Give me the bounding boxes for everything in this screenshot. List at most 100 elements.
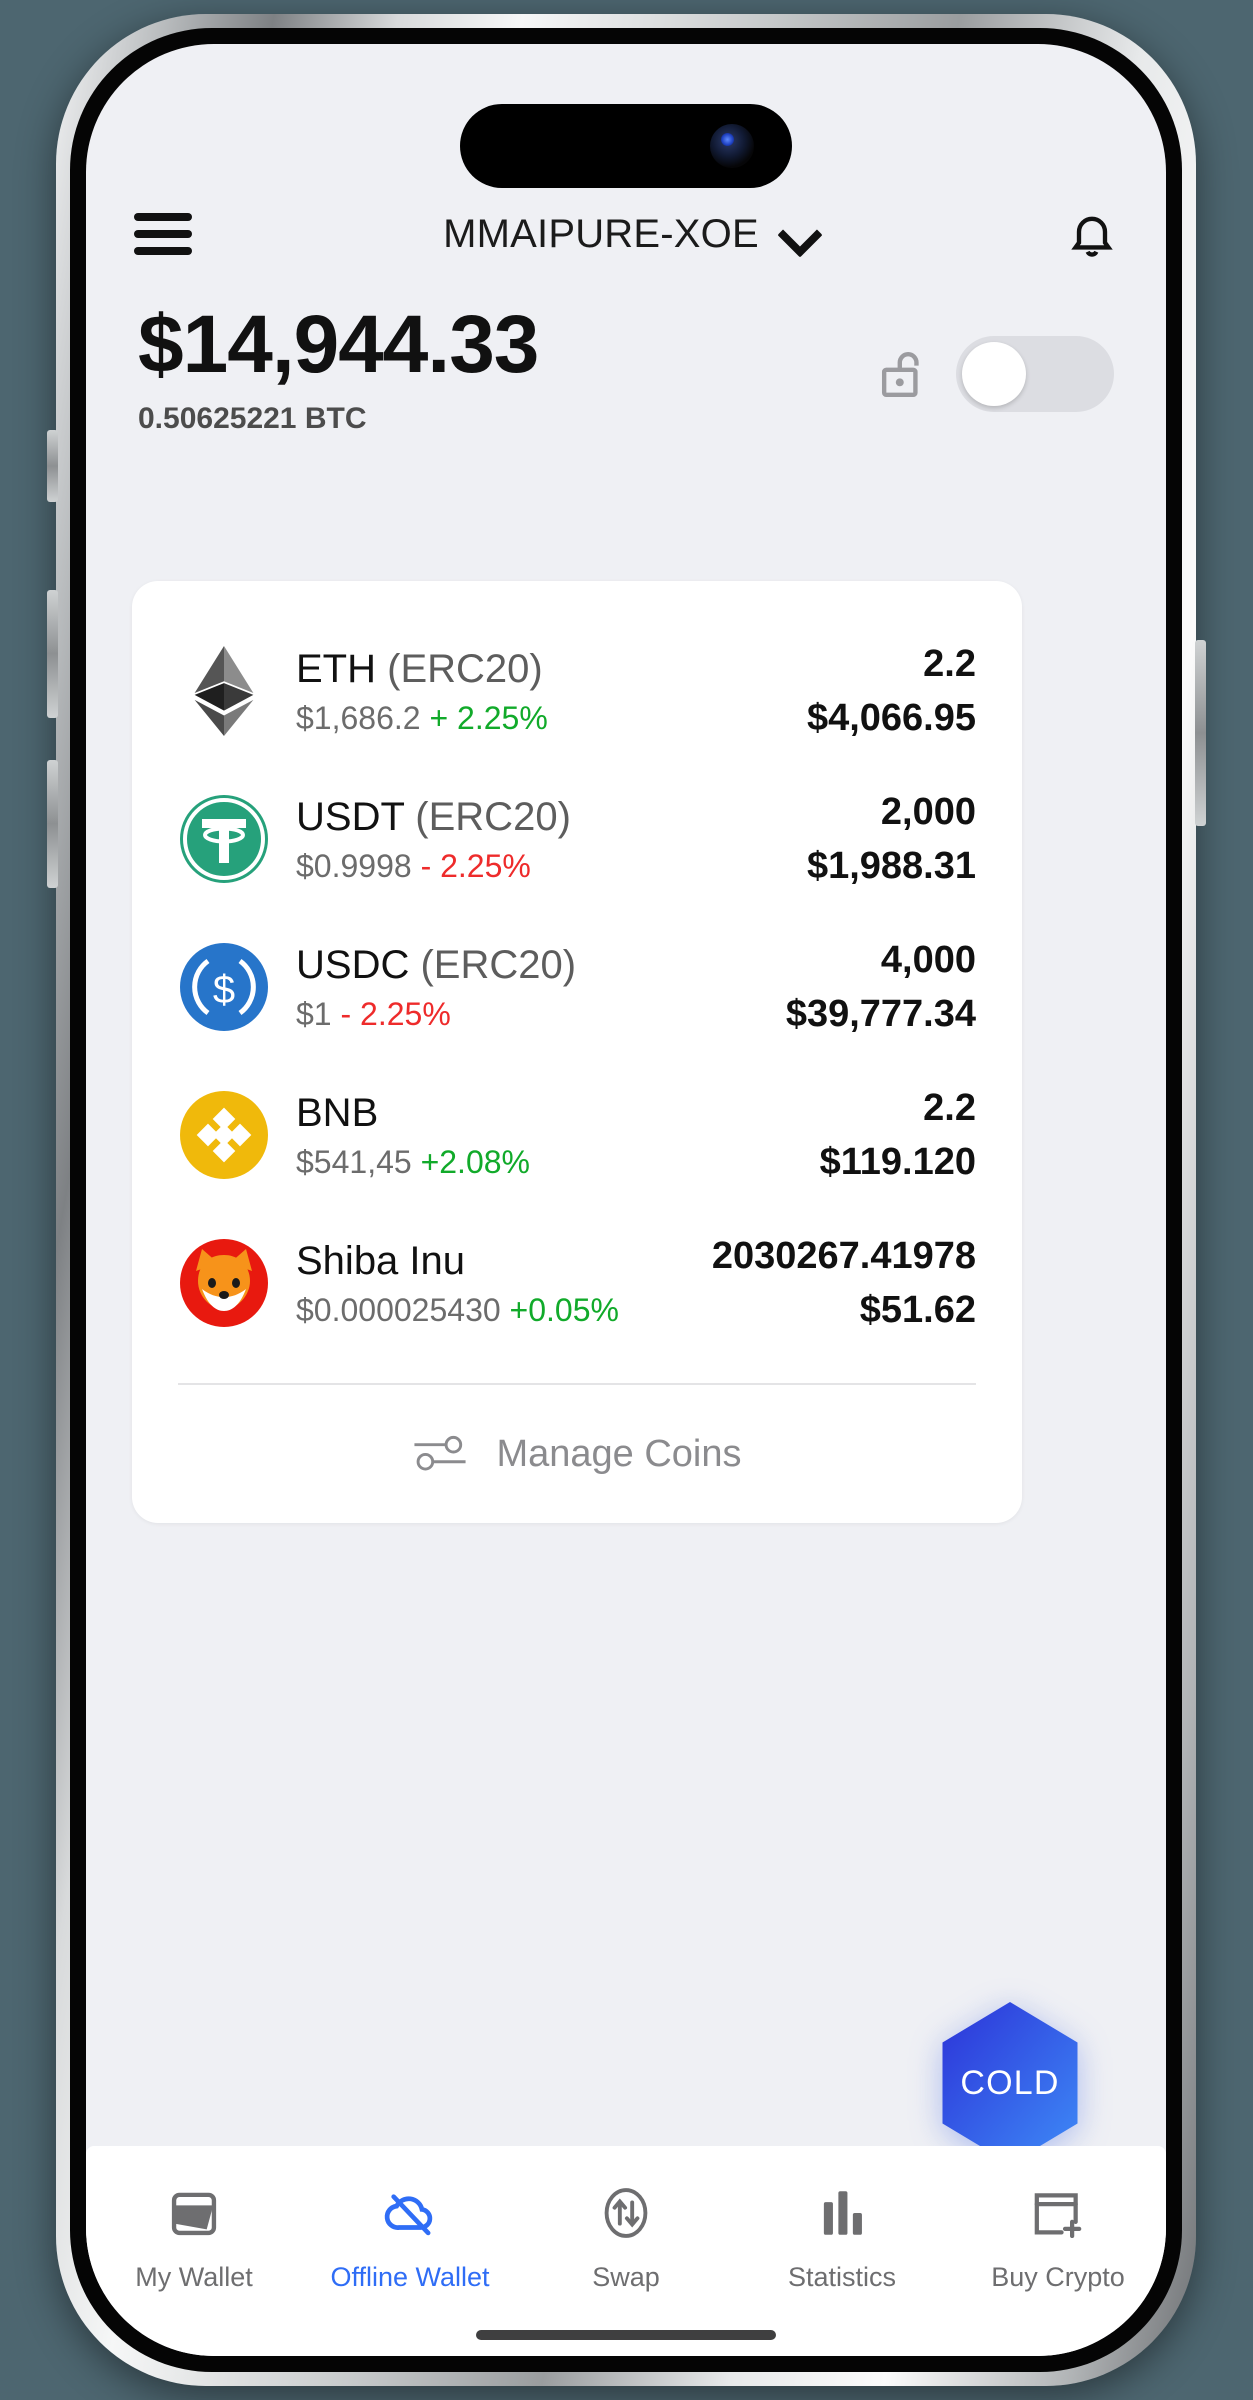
privacy-toggle[interactable] <box>956 336 1114 412</box>
coin-change: - 2.25% <box>420 847 531 884</box>
coin-holdings: 2,000 $1,988.31 <box>807 790 976 889</box>
coin-name: BNB <box>296 1090 820 1136</box>
nav-label: Statistics <box>787 2262 897 2292</box>
coin-amount: 2.2 <box>923 1086 976 1129</box>
coin-holdings: 2.2 $119.120 <box>820 1086 976 1185</box>
coin-network: (ERC20) <box>420 942 577 987</box>
swap-arrows-icon <box>595 2182 657 2244</box>
coin-symbol: USDT <box>296 794 405 839</box>
coin-amount: 2.2 <box>923 642 976 685</box>
coin-price: $1,686.2 <box>296 699 421 736</box>
coin-price-row: $541,45 +2.08% <box>296 1144 820 1181</box>
coin-info: Shiba Inu $0.000025430 +0.05% <box>270 1238 712 1329</box>
coin-change: +2.08% <box>420 1143 530 1180</box>
bell-icon[interactable] <box>1066 206 1118 262</box>
coin-value: $1,988.31 <box>806 845 976 888</box>
coin-value: $51.62 <box>859 1289 976 1332</box>
nav-item-swap[interactable]: Swap <box>518 2182 734 2293</box>
wallet-selector[interactable]: MMAIPURE-XOE <box>192 212 1066 257</box>
svg-text:$: $ <box>213 968 235 1012</box>
coin-change: - 2.25% <box>340 995 451 1032</box>
nav-item-my-wallet[interactable]: My Wallet <box>86 2182 302 2293</box>
coin-change: +0.05% <box>509 1291 619 1328</box>
balance-section: $14,944.33 0.50625221 BTC <box>86 301 1166 436</box>
table-row[interactable]: Shiba Inu $0.000025430 +0.05% 2030267.41… <box>132 1209 1022 1357</box>
nav-label: Swap <box>592 2262 660 2292</box>
ethereum-icon <box>178 645 270 737</box>
cloud-offline-icon <box>379 2182 441 2244</box>
nav-label: My Wallet <box>135 2262 253 2292</box>
nav-item-buy-crypto[interactable]: Buy Crypto <box>950 2182 1166 2293</box>
nav-item-statistics[interactable]: Statistics <box>734 2182 950 2293</box>
binance-coin-icon <box>178 1089 270 1181</box>
coin-info: USDT (ERC20) $0.9998 - 2.25% <box>270 794 807 885</box>
coin-price: $541,45 <box>296 1143 412 1180</box>
coin-price: $1 <box>296 995 332 1032</box>
nav-label: Offline Wallet <box>330 2262 490 2292</box>
nav-item-offline-wallet[interactable]: Offline Wallet <box>302 2182 518 2293</box>
phone-volume-up-button[interactable] <box>47 590 58 718</box>
phone-screen: MMAIPURE-XOE $14,944.33 0.50625221 BTC E… <box>86 44 1166 2356</box>
phone-volume-down-button[interactable] <box>47 760 58 888</box>
privacy-toggle-knob <box>962 342 1026 406</box>
usd-coin-icon: $ <box>178 941 270 1033</box>
coin-price-row: $1,686.2 + 2.25% <box>296 700 807 737</box>
wallet-title: MMAIPURE-XOE <box>443 211 759 256</box>
coin-name: USDT (ERC20) <box>296 794 807 840</box>
app-header: MMAIPURE-XOE <box>86 194 1166 274</box>
coin-price-row: $0.9998 - 2.25% <box>296 848 807 885</box>
coin-value: $39,777.34 <box>785 993 976 1036</box>
coin-price: $0.000025430 <box>296 1291 501 1328</box>
coin-holdings: 4,000 $39,777.34 <box>786 938 976 1037</box>
total-crypto-balance: 0.50625221 BTC <box>138 402 367 436</box>
front-camera-icon <box>710 124 754 168</box>
nav-label: Buy Crypto <box>991 2262 1125 2292</box>
coin-change: + 2.25% <box>429 699 548 736</box>
coin-value: $4,066.95 <box>806 697 976 740</box>
cold-storage-badge[interactable]: COLD <box>934 1999 1086 2167</box>
coin-price: $0.9998 <box>296 847 412 884</box>
coin-network: (ERC20) <box>387 646 543 691</box>
coin-list-card: ETH (ERC20) $1,686.2 + 2.25% 2.2 $4,066.… <box>132 581 1022 1523</box>
coin-network: (ERC20) <box>415 794 571 839</box>
phone-mute-switch[interactable] <box>47 430 58 502</box>
dynamic-island <box>460 104 792 188</box>
sliders-icon <box>412 1431 468 1478</box>
shiba-inu-icon <box>178 1237 270 1329</box>
coin-amount: 2030267.41978 <box>711 1234 976 1277</box>
unlock-padlock-icon[interactable] <box>880 346 930 402</box>
coin-price-row: $1 - 2.25% <box>296 996 786 1033</box>
coin-symbol: USDC <box>296 942 410 987</box>
chevron-down-icon[interactable] <box>781 217 815 251</box>
coin-info: ETH (ERC20) $1,686.2 + 2.25% <box>270 646 807 737</box>
phone-power-button[interactable] <box>1195 640 1206 826</box>
privacy-controls <box>880 336 1114 412</box>
coin-info: BNB $541,45 +2.08% <box>270 1090 820 1181</box>
coin-name: USDC (ERC20) <box>296 942 786 988</box>
bottom-navigation: My Wallet Offline Wallet Swap Statistics… <box>86 2146 1166 2356</box>
cold-badge-label: COLD <box>960 2063 1060 2102</box>
manage-coins-button[interactable]: Manage Coins <box>132 1385 1022 1523</box>
hamburger-menu-icon[interactable] <box>134 213 192 255</box>
manage-coins-label: Manage Coins <box>496 1432 742 1475</box>
card-plus-icon <box>1027 2182 1089 2244</box>
coin-symbol: ETH <box>296 646 376 691</box>
screenshot-stage: MMAIPURE-XOE $14,944.33 0.50625221 BTC E… <box>0 0 1253 2400</box>
bar-chart-icon <box>811 2182 873 2244</box>
home-indicator[interactable] <box>476 2330 776 2340</box>
coin-name: Shiba Inu <box>296 1238 712 1284</box>
coin-info: USDC (ERC20) $1 - 2.25% <box>270 942 786 1033</box>
coin-value: $119.120 <box>819 1141 976 1184</box>
coin-price-row: $0.000025430 +0.05% <box>296 1292 712 1329</box>
coin-amount: 4,000 <box>880 938 976 981</box>
wallet-icon <box>163 2182 225 2244</box>
coin-holdings: 2.2 $4,066.95 <box>807 642 976 741</box>
table-row[interactable]: BNB $541,45 +2.08% 2.2 $119.120 <box>132 1061 1022 1209</box>
coin-amount: 2,000 <box>880 790 976 833</box>
tether-icon <box>178 793 270 885</box>
coin-name: ETH (ERC20) <box>296 646 807 692</box>
table-row[interactable]: $ USDC (ERC20) $1 - 2.25% 4,000 $39,777.… <box>132 913 1022 1061</box>
coin-holdings: 2030267.41978 $51.62 <box>712 1234 976 1333</box>
table-row[interactable]: ETH (ERC20) $1,686.2 + 2.25% 2.2 $4,066.… <box>132 617 1022 765</box>
table-row[interactable]: USDT (ERC20) $0.9998 - 2.25% 2,000 $1,98… <box>132 765 1022 913</box>
